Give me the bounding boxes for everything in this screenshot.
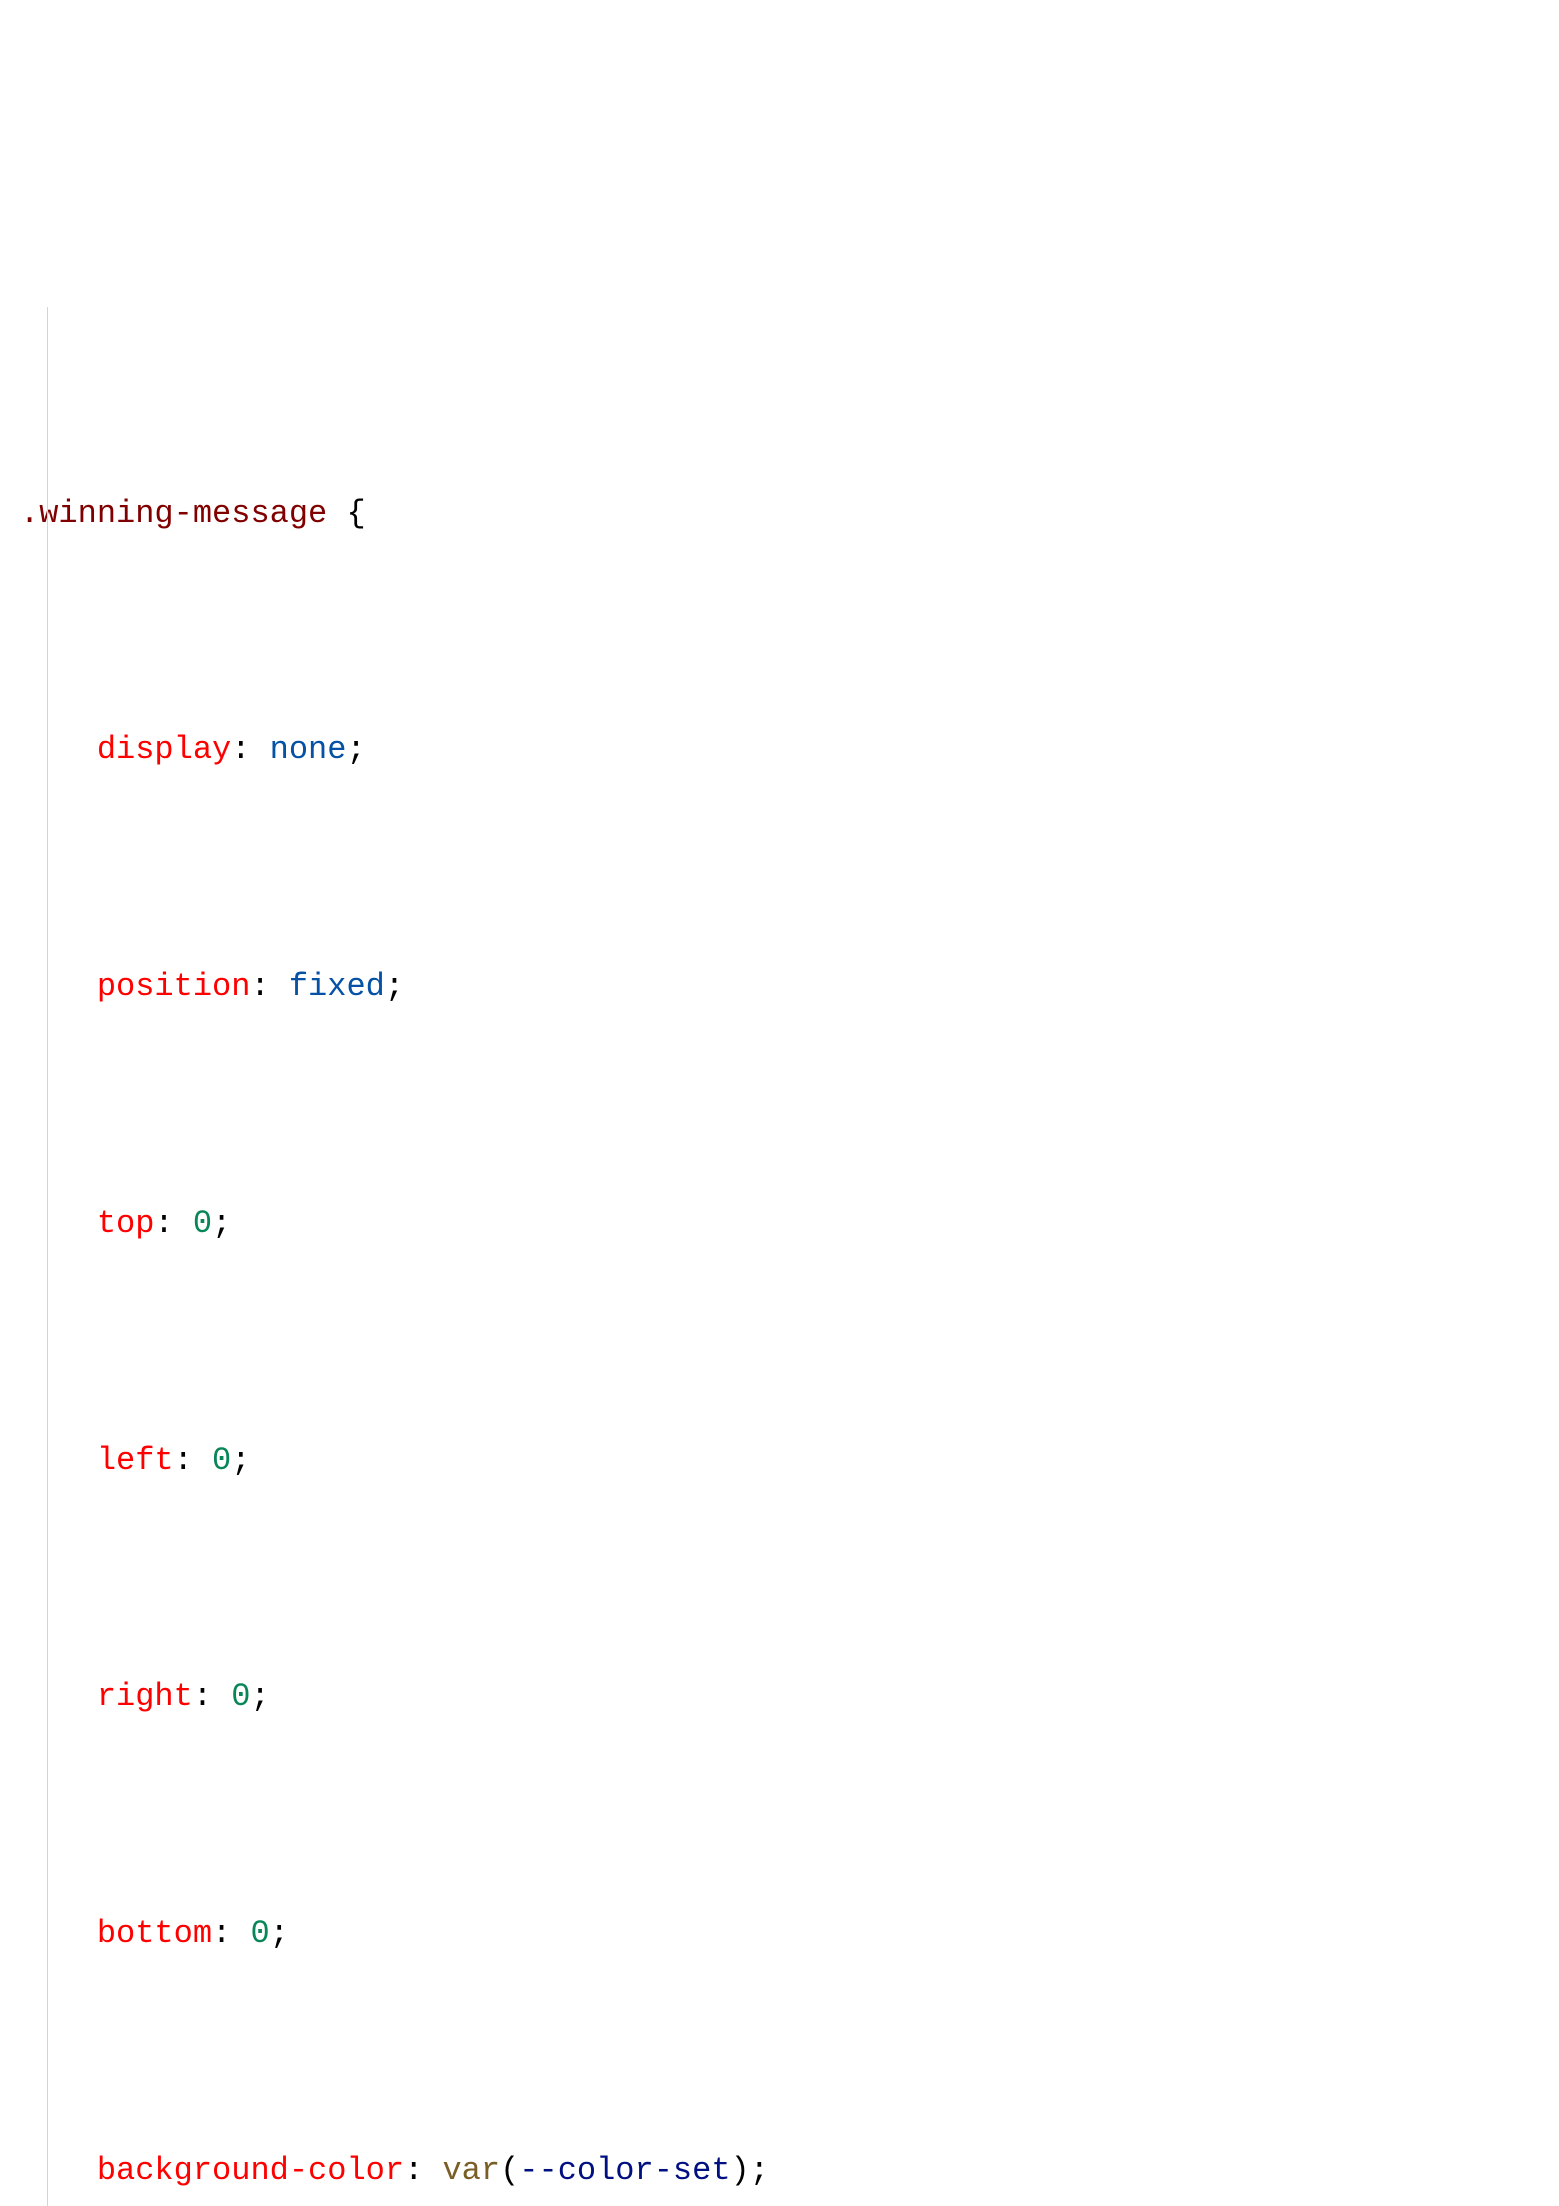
- css-declaration-line: bottom: 0;: [20, 1904, 1539, 1963]
- css-declaration-line: position: fixed;: [20, 957, 1539, 1016]
- css-value: 0: [193, 1205, 212, 1242]
- css-property: display: [97, 731, 231, 768]
- open-brace: {: [327, 495, 365, 532]
- css-declaration-line: right: 0;: [20, 1667, 1539, 1726]
- css-value: 0: [231, 1678, 250, 1715]
- css-selector: .winning-message: [20, 495, 327, 532]
- indent-guide: [47, 307, 48, 2206]
- css-value: 0: [250, 1915, 269, 1952]
- css-property: right: [97, 1678, 193, 1715]
- css-selector-line: .winning-message {: [20, 484, 1539, 543]
- css-property: background-color: [97, 2152, 404, 2189]
- css-property: position: [97, 968, 251, 1005]
- css-code-block: .winning-message { display: none; positi…: [20, 247, 1539, 2206]
- css-value: 0: [212, 1442, 231, 1479]
- css-declaration-line: display: none;: [20, 720, 1539, 779]
- css-value: fixed: [289, 968, 385, 1005]
- css-function: var: [442, 2152, 500, 2189]
- css-property: bottom: [97, 1915, 212, 1952]
- css-variable: --color-set: [519, 2152, 730, 2189]
- css-declaration-line: top: 0;: [20, 1194, 1539, 1253]
- css-value: none: [270, 731, 347, 768]
- css-property: top: [97, 1205, 155, 1242]
- css-declaration-line: background-color: var(--color-set);: [20, 2141, 1539, 2200]
- css-property: left: [97, 1442, 174, 1479]
- css-declaration-line: left: 0;: [20, 1431, 1539, 1490]
